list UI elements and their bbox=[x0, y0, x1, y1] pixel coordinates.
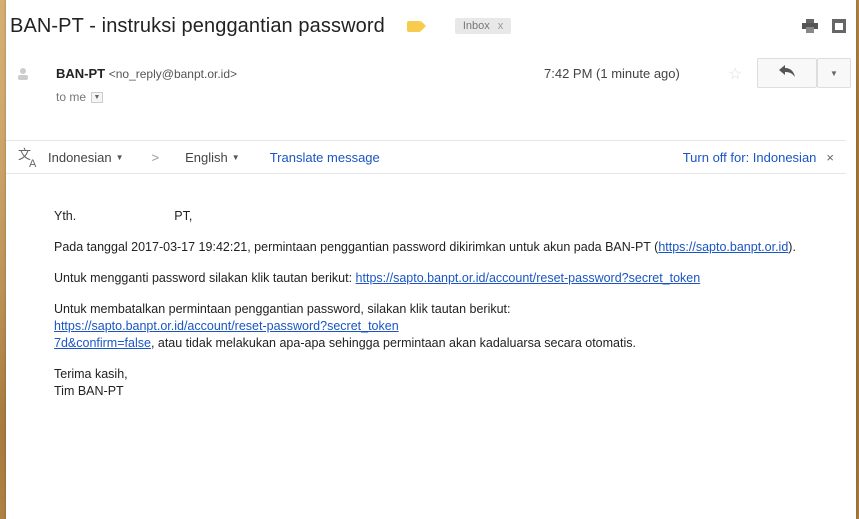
language-arrow-icon: > bbox=[151, 149, 160, 165]
remove-label-icon[interactable]: x bbox=[498, 20, 504, 32]
paragraph-reset: Untuk mengganti password silakan klik ta… bbox=[54, 271, 701, 285]
translate-icon: 文 A bbox=[18, 146, 42, 170]
star-icon[interactable]: ☆ bbox=[728, 64, 742, 84]
show-details-dropdown-icon[interactable]: ▼ bbox=[91, 91, 104, 103]
sender-email: <no_reply@banpt.or.id> bbox=[108, 67, 238, 81]
new-window-icon[interactable] bbox=[832, 19, 846, 33]
paragraph-request: Pada tanggal 2017-03-17 19:42:21, permin… bbox=[54, 240, 796, 254]
source-language-select[interactable]: Indonesian bbox=[48, 150, 112, 165]
email-body: Yth. PT, Pada tanggal 2017-03-17 19:42:21… bbox=[54, 208, 814, 414]
recipient-line: to me ▼ bbox=[56, 90, 104, 104]
translate-bar: 文 A Indonesian ▼ > English ▼ Translate m… bbox=[6, 140, 846, 174]
email-time: 7:42 PM (1 minute ago) bbox=[544, 66, 680, 81]
more-dropdown-icon[interactable]: ▼ bbox=[817, 58, 851, 88]
close-translate-icon[interactable]: × bbox=[826, 150, 834, 165]
print-icon[interactable] bbox=[802, 19, 818, 33]
inbox-label-chip[interactable]: Inbox x bbox=[454, 18, 512, 34]
closing: Terima kasih, Tim BAN-PT bbox=[54, 367, 128, 398]
subject-row: BAN-PT - instruksi penggantian password … bbox=[10, 8, 846, 44]
email-subject: BAN-PT - instruksi penggantian password bbox=[10, 14, 385, 37]
svg-text:A: A bbox=[29, 158, 37, 168]
recipient-text: to me bbox=[56, 90, 87, 104]
email-view: BAN-PT - instruksi penggantian password … bbox=[6, 0, 856, 519]
turn-off-translate-link[interactable]: Turn off for: Indonesian bbox=[683, 150, 817, 165]
reply-icon bbox=[779, 64, 795, 82]
paragraph-cancel: Untuk membatalkan permintaan penggantian… bbox=[54, 302, 636, 350]
sender-name[interactable]: BAN-PT <no_reply@banpt.or.id> bbox=[56, 66, 237, 81]
target-language-dropdown-icon[interactable]: ▼ bbox=[232, 153, 240, 162]
inbox-label-text: Inbox bbox=[462, 20, 490, 32]
greeting: Yth. PT, bbox=[54, 208, 814, 225]
translate-message-link[interactable]: Translate message bbox=[270, 150, 380, 165]
importance-marker-icon[interactable] bbox=[406, 20, 426, 32]
sender-row: BAN-PT <no_reply@banpt.or.id> to me ▼ 7:… bbox=[16, 58, 851, 104]
reply-button[interactable] bbox=[757, 58, 817, 88]
sapto-link[interactable]: https://sapto.banpt.or.id bbox=[658, 240, 788, 254]
target-language-select[interactable]: English bbox=[185, 150, 228, 165]
greeting-yth: Yth. bbox=[54, 209, 77, 223]
source-language-dropdown-icon[interactable]: ▼ bbox=[116, 153, 124, 162]
person-avatar-icon bbox=[16, 66, 30, 80]
greeting-pt: PT, bbox=[174, 209, 193, 223]
reset-password-link[interactable]: https://sapto.banpt.or.id/account/reset-… bbox=[356, 271, 701, 285]
